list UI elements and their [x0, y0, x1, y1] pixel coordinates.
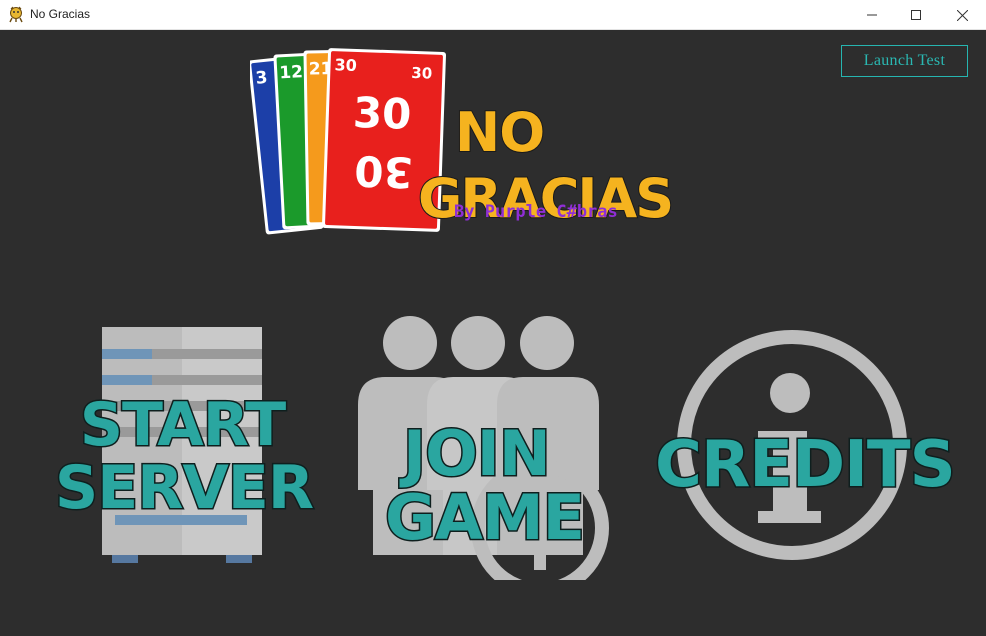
window-title: No Gracias [30, 7, 91, 21]
window-titlebar: No Gracias [0, 0, 986, 30]
card-red-big-value: 30 [352, 88, 412, 139]
start-server-button[interactable]: START SERVER [54, 325, 316, 565]
join-game-button[interactable]: JOIN GAME [355, 315, 620, 580]
start-server-label-line1: START [78, 390, 287, 460]
close-button[interactable] [939, 0, 985, 30]
main-menu: Launch Test 3 12 21 30 30 30 30 NO GRACI… [0, 30, 986, 636]
join-game-label-line2: GAME [384, 481, 587, 554]
logo-title-line1: NO [455, 101, 544, 164]
launch-test-button[interactable]: Launch Test [841, 45, 968, 77]
credits-button[interactable]: CREDITS [654, 323, 958, 568]
maximize-button[interactable] [893, 0, 939, 30]
start-server-label-line2: SERVER [54, 453, 316, 523]
card-red-corner-value-right: 30 [411, 64, 432, 83]
minimize-button[interactable] [849, 0, 895, 30]
card-blue-value: 3 [255, 68, 269, 89]
join-game-label-line1: JOIN [402, 417, 553, 490]
card-red-corner-value: 30 [334, 55, 357, 75]
card-green-value: 12 [279, 62, 304, 83]
maximize-icon [911, 10, 921, 20]
card-red-big-value-flipped: 30 [354, 146, 414, 197]
logo-byline: By Purple C#bras [454, 202, 618, 222]
app-icon [9, 6, 23, 23]
close-icon [956, 9, 968, 21]
credits-label: CREDITS [654, 428, 958, 502]
minimize-icon [867, 14, 877, 16]
